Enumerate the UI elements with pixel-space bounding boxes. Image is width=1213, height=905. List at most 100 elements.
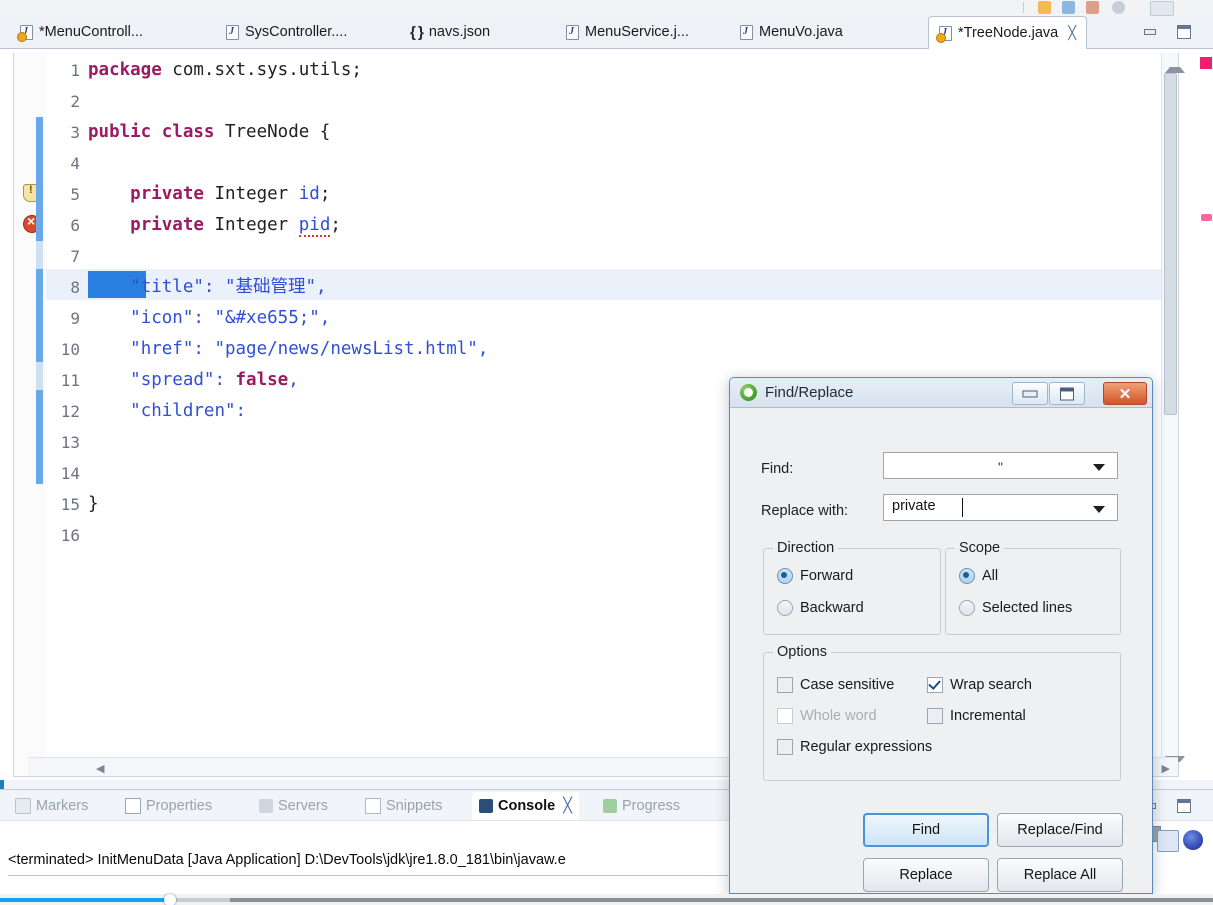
chevron-down-icon[interactable]	[1093, 464, 1105, 471]
code-line[interactable]: private Integer pid;	[88, 210, 341, 241]
replace-all-button[interactable]: Replace All	[997, 858, 1123, 892]
editor-tab-treenode[interactable]: J *TreeNode.java ╳	[928, 16, 1088, 49]
code-line[interactable]: package com.sxt.sys.utils;	[88, 55, 362, 86]
dialog-minimize-button[interactable]	[1012, 382, 1048, 405]
eclipse-window: J *MenuControll... J SysController.... {…	[0, 0, 1213, 905]
replace-button[interactable]: Replace	[863, 858, 989, 892]
java-file-icon: J	[566, 24, 579, 40]
editor-tab-menuservice[interactable]: J MenuService.j...	[556, 16, 699, 48]
line-number: 4	[70, 154, 80, 173]
dialog-body: Find: " Replace with: private Direction	[730, 408, 1152, 893]
bottom-tab-label: Progress	[622, 798, 681, 814]
find-button[interactable]: Find	[863, 813, 989, 847]
scrollbar-thumb[interactable]	[1164, 73, 1177, 415]
java-file-icon: J	[17, 24, 33, 42]
toolbar-icon-perspective[interactable]	[1150, 1, 1174, 16]
error-marker[interactable]	[1200, 57, 1212, 69]
button-label: Replace	[899, 867, 953, 883]
checkbox-regular-expressions[interactable]: Regular expressions	[777, 739, 932, 755]
code-line[interactable]: public class TreeNode {	[88, 117, 330, 148]
line-number: 6	[70, 216, 80, 235]
dialog-title-bar[interactable]: Find/Replace ✕	[730, 378, 1152, 408]
bottom-tab-progress[interactable]: Progress	[596, 792, 687, 820]
code-line[interactable]: "title": "基础管理",	[88, 272, 326, 303]
markers-icon	[15, 798, 31, 814]
scope-group: Scope All Selected lines	[945, 540, 1121, 635]
replace-input[interactable]: private	[883, 494, 1118, 521]
checkbox-indicator	[927, 708, 943, 724]
find-replace-dialog[interactable]: Find/Replace ✕ Find: " Replace with: pri…	[729, 377, 1153, 894]
radio-indicator	[777, 568, 793, 584]
radio-all[interactable]: All	[959, 568, 998, 584]
editor-tab-navs-json[interactable]: { } navs.json	[400, 16, 500, 48]
bottom-tab-properties[interactable]: Properties	[118, 792, 219, 820]
toolbar-icon-run[interactable]	[1038, 1, 1051, 14]
scrubber-progress	[0, 898, 170, 902]
editor-minimize-button[interactable]	[1142, 24, 1157, 38]
editor-tab-syscontroller[interactable]: J SysController....	[216, 16, 357, 48]
bottom-tab-label: Markers	[36, 798, 89, 814]
radio-forward[interactable]: Forward	[777, 568, 853, 584]
editor-maximize-button[interactable]	[1176, 24, 1191, 39]
json-file-icon: { }	[410, 23, 424, 41]
button-label: Find	[911, 822, 941, 838]
radio-selected-lines[interactable]: Selected lines	[959, 600, 1072, 616]
console-icon	[479, 799, 493, 813]
find-input[interactable]: "	[883, 452, 1118, 479]
code-line[interactable]: "spread": false,	[88, 365, 299, 396]
outline-icon[interactable]	[1157, 830, 1179, 852]
code-line[interactable]: "href": "page/news/newsList.html",	[88, 334, 488, 365]
bottom-tab-label: Properties	[146, 798, 213, 814]
editor-vertical-scrollbar[interactable]	[1161, 53, 1185, 776]
text-cursor	[962, 498, 963, 517]
line-number: 13	[60, 433, 80, 452]
toolbar-icon-debug[interactable]	[1062, 1, 1075, 14]
line-number: 8	[70, 278, 80, 297]
scrubber-handle[interactable]	[163, 894, 176, 905]
code-line[interactable]: private Integer id;	[88, 179, 330, 210]
dialog-maximize-button[interactable]	[1049, 382, 1085, 405]
close-icon[interactable]: ╳	[1068, 25, 1076, 41]
toolbar-icon-search[interactable]	[1112, 1, 1125, 14]
bottom-tab-servers[interactable]: Servers	[252, 792, 335, 820]
properties-icon	[125, 798, 141, 814]
editor-tab-bar: J *MenuControll... J SysController.... {…	[0, 16, 1213, 49]
dialog-close-button[interactable]: ✕	[1103, 382, 1147, 405]
scrubber-buffered	[169, 898, 231, 902]
chevron-down-icon[interactable]	[1093, 506, 1105, 513]
code-line[interactable]: }	[88, 489, 99, 520]
find-row: Find:	[761, 455, 793, 482]
checkbox-case-sensitive[interactable]: Case sensitive	[777, 677, 894, 693]
toolbar-icon-coverage[interactable]	[1086, 1, 1099, 14]
bottom-tab-console[interactable]: Console ╳	[472, 792, 579, 820]
radio-backward[interactable]: Backward	[777, 600, 864, 616]
scroll-right-icon[interactable]: ▶	[1162, 762, 1170, 775]
close-icon[interactable]: ╳	[563, 798, 572, 814]
checkbox-label: Case sensitive	[800, 677, 895, 693]
bottom-tab-label: Snippets	[386, 798, 443, 814]
editor-tab-menucontroller[interactable]: J *MenuControll...	[10, 16, 153, 48]
editor-tab-label: *TreeNode.java	[958, 25, 1059, 41]
radio-indicator	[959, 600, 975, 616]
line-number: 9	[70, 309, 80, 328]
code-line[interactable]: "children":	[88, 396, 246, 427]
checkbox-incremental[interactable]: Incremental	[927, 708, 1026, 724]
find-input-value: "	[998, 459, 1003, 475]
bottom-tab-markers[interactable]: Markers	[8, 792, 95, 820]
checkbox-indicator	[777, 677, 793, 693]
bottom-tab-snippets[interactable]: Snippets	[358, 792, 449, 820]
checkbox-wrap-search[interactable]: Wrap search	[927, 677, 1032, 693]
error-marker[interactable]	[1201, 214, 1212, 221]
task-repository-icon[interactable]	[1183, 830, 1203, 850]
bottom-panel-maximize-button[interactable]	[1176, 798, 1191, 813]
scroll-left-icon[interactable]: ◀	[96, 762, 104, 775]
bottom-tab-label: Console	[498, 798, 556, 814]
scroll-up-icon[interactable]	[1165, 57, 1185, 73]
replace-find-button[interactable]: Replace/Find	[997, 813, 1123, 847]
code-line[interactable]: "icon": "&#xe655;",	[88, 303, 330, 334]
line-number: 16	[60, 526, 80, 545]
console-output-line: <terminated> InitMenuData [Java Applicat…	[8, 852, 566, 868]
close-icon: ✕	[1118, 385, 1132, 403]
editor-tab-menuvo[interactable]: J MenuVo.java	[730, 16, 853, 48]
video-scrubber[interactable]	[0, 894, 1213, 905]
